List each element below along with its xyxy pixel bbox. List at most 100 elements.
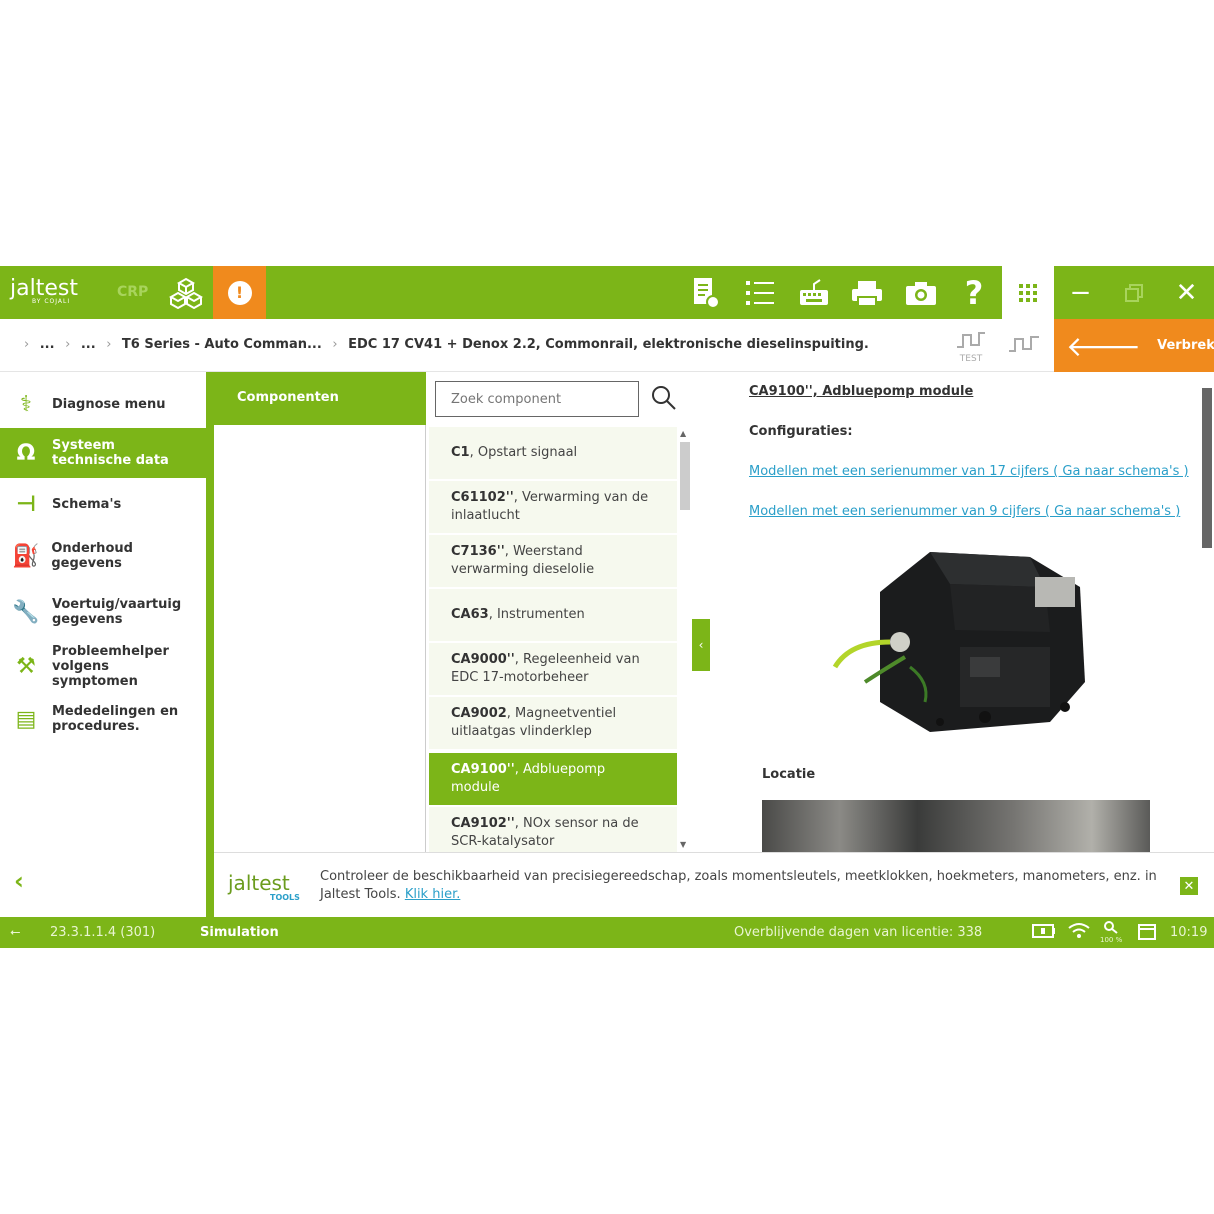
document-icon: ▤ bbox=[15, 706, 37, 732]
test-tools: TEST bbox=[955, 329, 1041, 364]
list-item[interactable]: CA9002, Magneetventiel uitlaatgas vlinde… bbox=[429, 697, 677, 749]
alert-button[interactable]: ! bbox=[213, 266, 266, 319]
sidebar-item-label: Mededelingen en procedures. bbox=[52, 704, 179, 734]
sidebar-item-onderhoud[interactable]: ⛽ Onderhoud gegevens bbox=[0, 530, 206, 582]
close-button[interactable]: ✕ bbox=[1160, 266, 1213, 319]
notification-link[interactable]: Klik hier. bbox=[405, 887, 461, 902]
collapse-panel-button[interactable]: ‹ bbox=[692, 619, 710, 671]
back-chevron-icon[interactable]: ‹ bbox=[14, 867, 24, 895]
arrow-left-icon: 🡐 bbox=[1066, 329, 1142, 363]
search-input[interactable] bbox=[435, 381, 639, 417]
breadcrumb-item[interactable]: ... bbox=[40, 337, 55, 352]
component-code: CA63 bbox=[451, 607, 489, 622]
minimize-icon: − bbox=[1069, 277, 1092, 308]
clock-text: 10:19 bbox=[1170, 925, 1208, 940]
components-header: Componenten bbox=[214, 372, 426, 425]
list-item[interactable]: C1, Opstart signaal bbox=[429, 427, 677, 479]
list-scrollbar-thumb[interactable] bbox=[680, 442, 690, 510]
printer-icon[interactable] bbox=[841, 266, 893, 319]
breadcrumb-item-current: EDC 17 CV41 + Denox 2.2, Commonrail, ele… bbox=[348, 337, 869, 352]
zoom-icon bbox=[1104, 921, 1118, 934]
connection-test-button[interactable] bbox=[1007, 329, 1041, 364]
zoom-indicator[interactable]: 100 % bbox=[1100, 920, 1122, 944]
scroll-down-icon[interactable]: ▼ bbox=[680, 840, 686, 849]
scroll-up-icon[interactable]: ▲ bbox=[680, 429, 686, 438]
sidebar-item-schemas[interactable]: ⊣ Schema's bbox=[0, 478, 206, 530]
sidebar-item-label: Onderhoud gegevens bbox=[51, 541, 133, 571]
chevron-right-icon: › bbox=[106, 337, 112, 352]
chevron-left-icon: ‹ bbox=[698, 638, 704, 652]
calendar-icon bbox=[1138, 922, 1156, 944]
tools-icon: ⚒ bbox=[16, 653, 36, 679]
wifi-icon bbox=[1068, 922, 1090, 944]
chevron-right-icon: › bbox=[332, 337, 338, 352]
report-icon[interactable] bbox=[680, 266, 732, 319]
status-bar: ⭠ 23.3.1.1.4 (301) Simulation Overblijve… bbox=[0, 917, 1214, 948]
systems-icon[interactable] bbox=[160, 266, 212, 319]
schema-link-9[interactable]: Modellen met een serienummer van 9 cijfe… bbox=[749, 504, 1180, 519]
list-item[interactable]: CA63, Instrumenten bbox=[429, 589, 677, 641]
disconnect-button[interactable]: 🡐 Verbreken bbox=[1054, 319, 1214, 372]
battery-icon bbox=[1032, 923, 1056, 943]
breadcrumb-bar: › ... › ... › T6 Series - Auto Comman...… bbox=[0, 319, 1214, 372]
apps-grid-icon[interactable] bbox=[1002, 266, 1054, 319]
mode-text: Simulation bbox=[200, 925, 279, 940]
list-item[interactable]: CA9102'', NOx sensor na de SCR-katalysat… bbox=[429, 807, 677, 852]
signal-icon bbox=[1009, 336, 1039, 352]
sidebar: ⚕ Diagnose menu Ω Systeem technische dat… bbox=[0, 372, 206, 917]
component-list: C1, Opstart signaal C61102'', Verwarming… bbox=[426, 425, 692, 852]
jaltest-logo: jaltest BY COJALI bbox=[10, 276, 78, 305]
component-search bbox=[426, 372, 692, 425]
sidebar-item-probleemhelper[interactable]: ⚒ Probleemhelper volgens symptomen bbox=[0, 640, 206, 692]
component-code: C61102'' bbox=[451, 490, 514, 505]
sidebar-item-label: Diagnose menu bbox=[52, 396, 166, 412]
sidebar-divider bbox=[206, 372, 214, 917]
tools-logo-subtext: TOOLS bbox=[270, 893, 300, 902]
omega-icon: Ω bbox=[16, 440, 36, 466]
sidebar-item-label: Systeem technische data bbox=[52, 438, 169, 468]
detail-scrollbar[interactable] bbox=[1202, 388, 1212, 548]
list-item-selected[interactable]: CA9100'', Adbluepomp module bbox=[429, 753, 677, 805]
sidebar-item-diagnose[interactable]: ⚕ Diagnose menu bbox=[0, 380, 206, 428]
camera-icon[interactable] bbox=[895, 266, 947, 319]
restore-icon bbox=[1124, 283, 1143, 302]
license-text: Overblijvende dagen van licentie: 338 bbox=[734, 925, 983, 940]
location-photo bbox=[762, 800, 1150, 852]
jaltest-tools-logo: jaltest TOOLS bbox=[228, 871, 300, 902]
component-code: CA9100'' bbox=[451, 762, 515, 777]
list-item[interactable]: C7136'', Weerstand verwarming dieselolie bbox=[429, 535, 677, 587]
components-panel bbox=[214, 425, 426, 852]
breadcrumb-item[interactable]: ... bbox=[81, 337, 96, 352]
list-item[interactable]: CA9000'', Regeleenheid van EDC 17-motorb… bbox=[429, 643, 677, 695]
keyboard-icon[interactable] bbox=[788, 266, 840, 319]
close-notification-icon[interactable]: ✕ bbox=[1180, 877, 1198, 895]
test-signal-icon bbox=[957, 332, 985, 348]
component-code: CA9000'' bbox=[451, 652, 515, 667]
oil-can-icon: ⛽ bbox=[11, 543, 40, 569]
sidebar-item-label: Probleemhelper volgens symptomen bbox=[52, 643, 169, 689]
minimize-button[interactable]: − bbox=[1054, 266, 1107, 319]
breadcrumb-item[interactable]: T6 Series - Auto Comman... bbox=[122, 337, 322, 352]
component-name: , Instrumenten bbox=[488, 607, 585, 622]
test-button[interactable]: TEST bbox=[955, 329, 987, 364]
list-icon[interactable] bbox=[734, 266, 786, 319]
tools-notification: jaltest TOOLS Controleer de beschikbaarh… bbox=[214, 852, 1214, 917]
adblue-pump-image bbox=[832, 552, 1085, 732]
sidebar-item-voertuig[interactable]: 🔧 Voertuig/vaartuig gegevens bbox=[0, 586, 206, 638]
search-icon[interactable] bbox=[650, 384, 678, 418]
component-title: CA9100'', Adbluepomp module bbox=[749, 384, 974, 399]
help-icon[interactable]: ? bbox=[948, 266, 1000, 319]
sidebar-item-label: Voertuig/vaartuig gegevens bbox=[52, 597, 182, 627]
schema-link-17[interactable]: Modellen met een serienummer van 17 cijf… bbox=[749, 464, 1189, 479]
tools-logo-text: jaltest bbox=[228, 871, 290, 895]
sidebar-item-systeem[interactable]: Ω Systeem technische data bbox=[0, 428, 206, 478]
chevron-right-icon: › bbox=[24, 337, 30, 352]
component-code: C1 bbox=[451, 445, 470, 460]
restore-button[interactable] bbox=[1107, 266, 1160, 319]
config-label: Configuraties: bbox=[749, 424, 853, 439]
sidebar-item-mededelingen[interactable]: ▤ Mededelingen en procedures. bbox=[0, 693, 206, 745]
close-icon: ✕ bbox=[1175, 277, 1198, 308]
list-item[interactable]: C61102'', Verwarming van de inlaatlucht bbox=[429, 481, 677, 533]
location-label: Locatie bbox=[762, 767, 816, 782]
test-label: TEST bbox=[959, 354, 983, 364]
